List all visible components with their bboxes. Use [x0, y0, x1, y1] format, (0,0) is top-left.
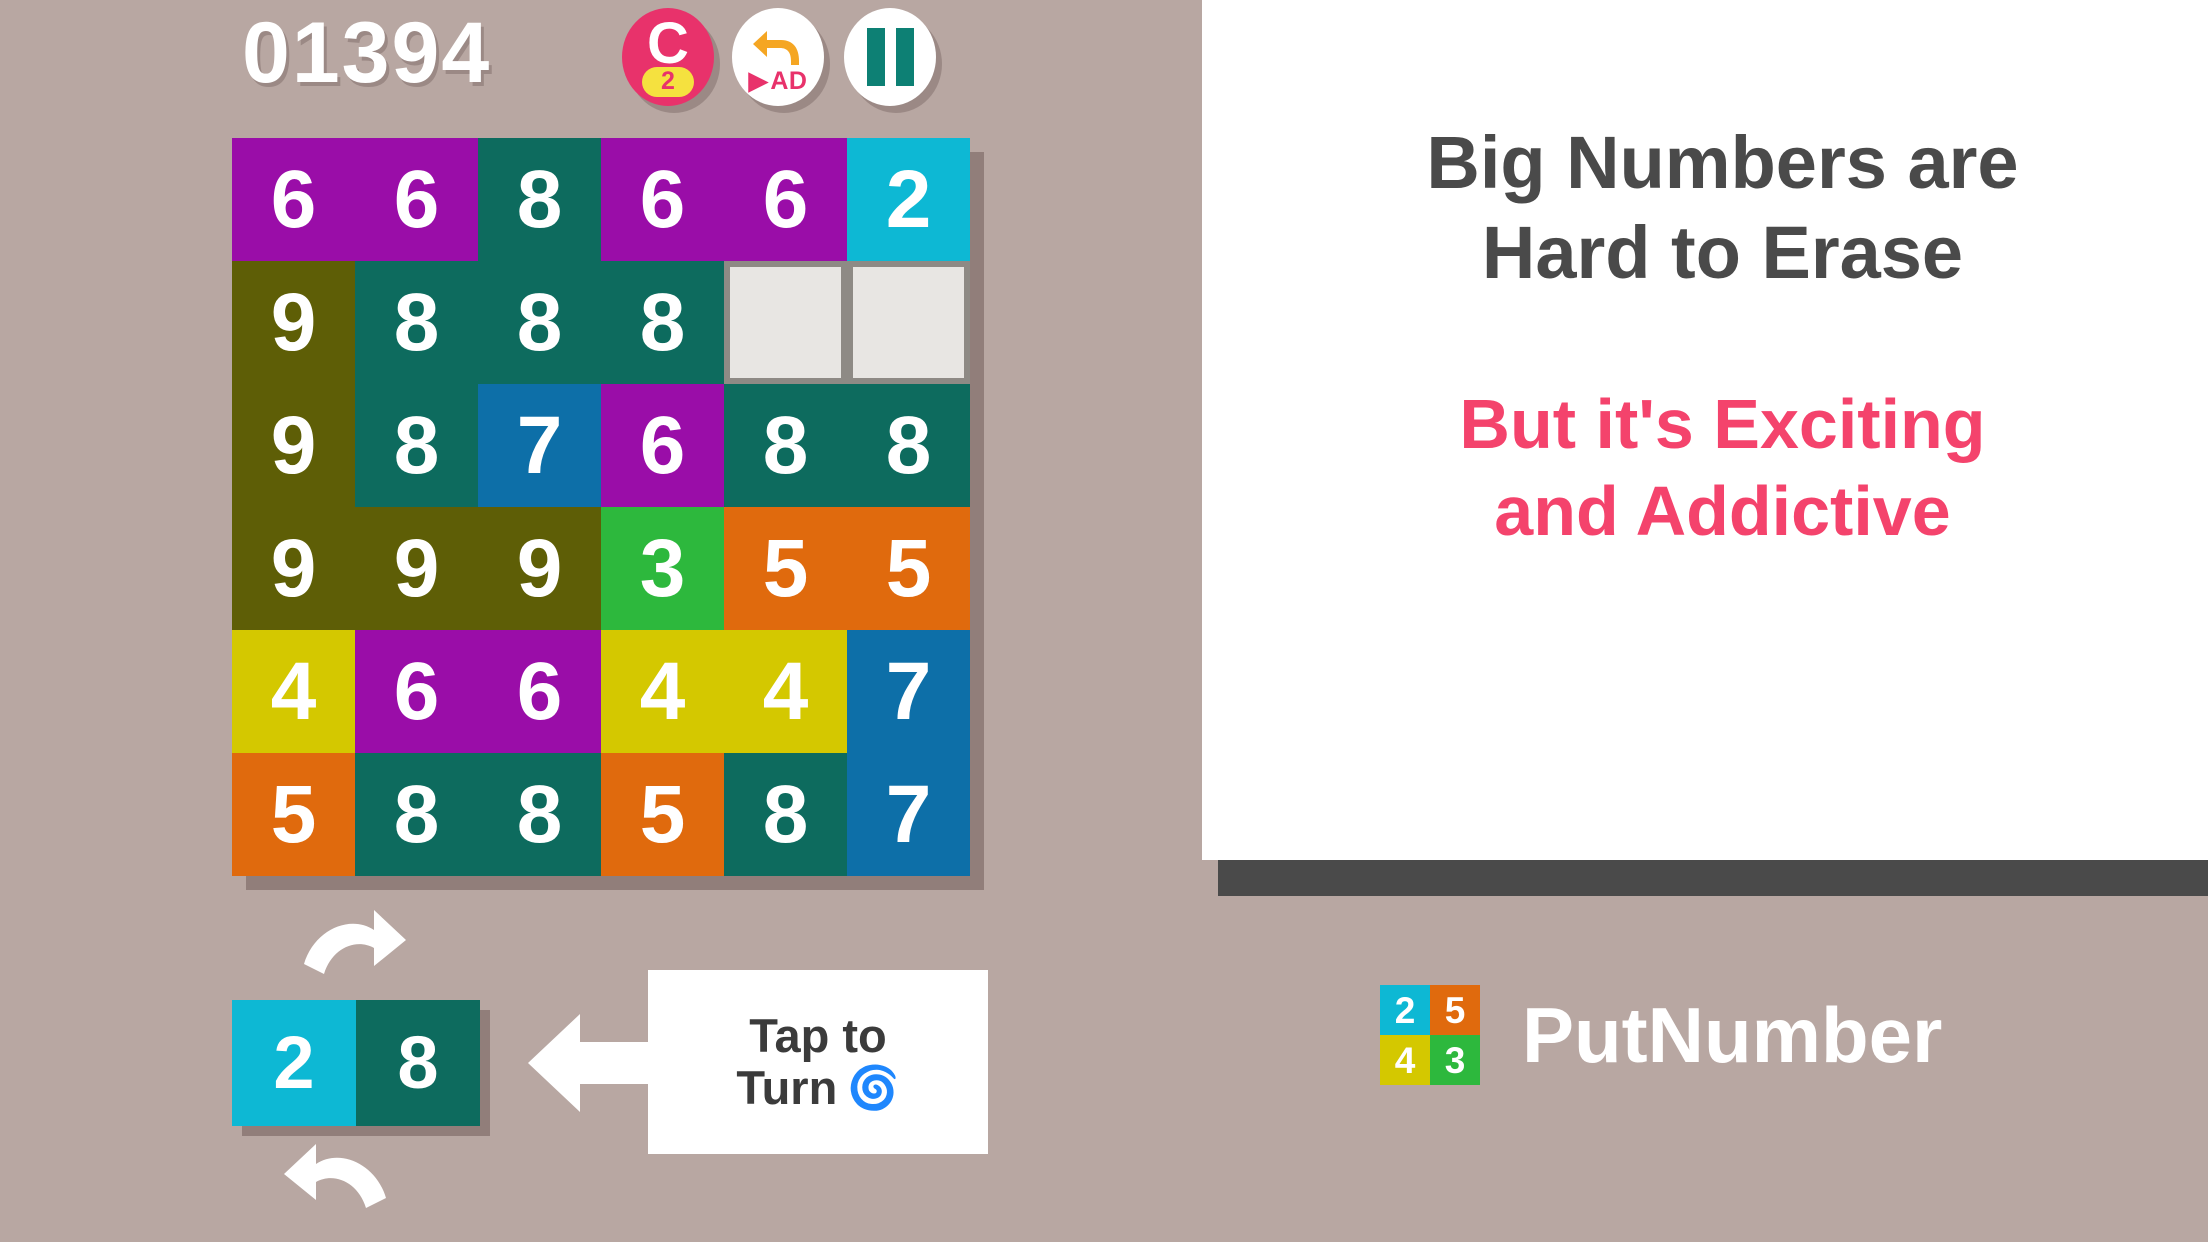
promo-headline-line2: Hard to Erase	[1481, 211, 1964, 295]
left-arrow-icon	[528, 1010, 654, 1121]
undo-ad-button[interactable]: ▶ AD	[732, 8, 824, 106]
logo-tile: 3	[1430, 1035, 1480, 1085]
app-logo-icon: 2543	[1380, 985, 1480, 1085]
board-cell-empty[interactable]	[847, 261, 970, 384]
promo-subline-group: But it's Exciting and Addictive	[1459, 381, 1985, 556]
promo-content: Big Numbers are Hard to Erase But it's E…	[1237, 0, 2208, 860]
board-cell[interactable]: 8	[601, 261, 724, 384]
board-cell[interactable]: 8	[724, 384, 847, 507]
undo-arrow-icon	[751, 29, 805, 72]
board-cell[interactable]: 8	[724, 753, 847, 876]
board-cell[interactable]: 9	[355, 507, 478, 630]
tap-hint-line2: Turn	[736, 1061, 838, 1114]
app-name: PutNumber	[1522, 991, 1943, 1079]
pause-icon-bar-left	[866, 28, 885, 86]
play-glyph: ▶	[748, 67, 769, 95]
board-cell[interactable]: 8	[478, 138, 601, 261]
board-cell-empty[interactable]	[724, 261, 847, 384]
board-cell[interactable]: 8	[847, 384, 970, 507]
next-piece-preview[interactable]: 28	[232, 1000, 480, 1126]
board-cell[interactable]: 8	[478, 261, 601, 384]
board-cell[interactable]: 6	[232, 138, 355, 261]
tap-hint-line1: Tap to	[749, 1009, 887, 1063]
board-cell[interactable]: 6	[355, 138, 478, 261]
board-cell[interactable]: 7	[847, 753, 970, 876]
board-cell[interactable]: 6	[601, 384, 724, 507]
board-cell[interactable]: 9	[232, 507, 355, 630]
promo-subline-2: and Addictive	[1494, 472, 1951, 551]
pause-button[interactable]	[844, 8, 936, 106]
board-cell[interactable]: 8	[355, 261, 478, 384]
logo-tile: 2	[1380, 985, 1430, 1035]
game-area: 01394 C 2 ▶ AD 66866298889876889993554664…	[0, 0, 1202, 1242]
promo-headline-line1: Big Numbers are	[1426, 121, 2019, 204]
board-cell[interactable]: 4	[601, 630, 724, 753]
score-display: 01394	[242, 5, 492, 101]
game-board[interactable]: 6686629888987688999355466447588587	[232, 138, 970, 876]
board-cell[interactable]: 5	[232, 753, 355, 876]
board-cell[interactable]: 7	[847, 630, 970, 753]
pause-icon-bar-right	[895, 28, 914, 86]
board-cell[interactable]: 9	[232, 261, 355, 384]
board-cell[interactable]: 6	[601, 138, 724, 261]
spiral-icon: 🌀	[847, 1063, 900, 1111]
board-cell[interactable]: 6	[724, 138, 847, 261]
tap-to-turn-hint: Tap to Turn 🌀	[648, 970, 988, 1154]
board-cell[interactable]: 8	[478, 753, 601, 876]
promo-subline-1: But it's Exciting	[1459, 384, 1986, 463]
logo-tile: 5	[1430, 985, 1480, 1035]
ad-text: AD	[770, 67, 808, 95]
rotate-clockwise-arrow-icon	[300, 906, 410, 989]
board-cell[interactable]: 5	[601, 753, 724, 876]
board-cell[interactable]: 5	[847, 507, 970, 630]
board-cell[interactable]: 9	[478, 507, 601, 630]
coin-letter: C	[647, 11, 689, 77]
next-piece-tile[interactable]: 2	[232, 1000, 356, 1126]
board-cell[interactable]: 8	[355, 384, 478, 507]
brand-lockup: 2543 PutNumber	[1380, 985, 1942, 1085]
board-cell[interactable]: 4	[724, 630, 847, 753]
board-cell[interactable]: 9	[232, 384, 355, 507]
board-cell[interactable]: 6	[478, 630, 601, 753]
board-cell[interactable]: 4	[232, 630, 355, 753]
board-cell[interactable]: 3	[601, 507, 724, 630]
board-cell[interactable]: 7	[478, 384, 601, 507]
board-cell[interactable]: 2	[847, 138, 970, 261]
tap-hint-line2-row: Turn 🌀	[736, 1063, 899, 1113]
coin-button[interactable]: C 2	[622, 8, 714, 106]
logo-tile: 4	[1380, 1035, 1430, 1085]
rotate-counterclockwise-arrow-icon	[280, 1140, 390, 1223]
undo-ad-label: ▶ AD	[749, 69, 808, 94]
board-cell[interactable]: 8	[355, 753, 478, 876]
hud-bar: 01394 C 2 ▶ AD	[232, 0, 992, 138]
next-piece-tile[interactable]: 8	[356, 1000, 480, 1126]
board-cell[interactable]: 6	[355, 630, 478, 753]
coin-count-badge: 2	[642, 66, 694, 97]
board-cell[interactable]: 5	[724, 507, 847, 630]
